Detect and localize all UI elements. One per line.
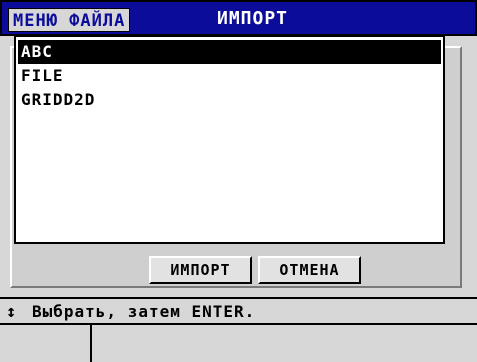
file-list[interactable]: ABC FILE GRIDD2D <box>14 35 445 244</box>
file-list-item[interactable]: FILE <box>18 64 441 88</box>
import-button[interactable]: ИМПОРТ <box>149 256 252 284</box>
file-list-item[interactable]: ABC <box>18 40 441 64</box>
title-bar: МЕНЮ ФАЙЛА ИМПОРТ <box>0 0 477 36</box>
file-menu-tab[interactable]: МЕНЮ ФАЙЛА <box>8 8 131 32</box>
screen-title: ИМПОРТ <box>217 8 289 29</box>
help-text: Выбрать, затем ENTER. <box>32 302 256 321</box>
help-bar: ↕ Выбрать, затем ENTER. <box>0 297 477 325</box>
cancel-button[interactable]: ОТМЕНА <box>258 256 361 284</box>
status-divider <box>90 325 92 362</box>
import-screen: МЕНЮ ФАЙЛА ИМПОРТ ABC FILE GRIDD2D ИМПОР… <box>0 0 477 362</box>
up-down-arrow-icon: ↕ <box>6 302 17 322</box>
status-bar <box>0 325 477 362</box>
file-list-item[interactable]: GRIDD2D <box>18 88 441 112</box>
